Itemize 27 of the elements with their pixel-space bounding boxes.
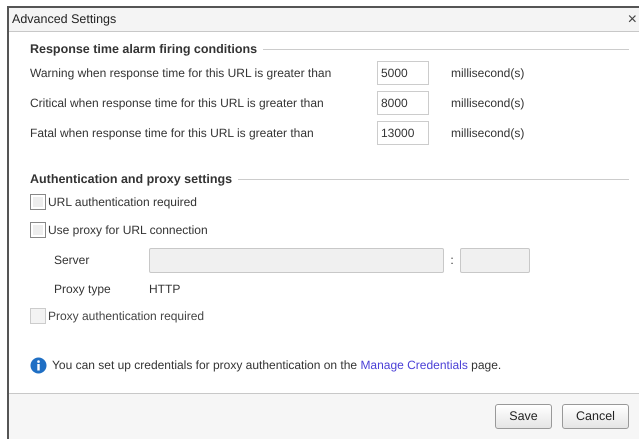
separator-label: : — [449, 252, 455, 269]
number-input[interactable]: 5000 — [377, 61, 429, 85]
number-input[interactable]: 8000 — [377, 91, 429, 115]
unit-label: millisecond(s) — [451, 65, 524, 82]
info-text: You can set up credentials for proxy authentication on the Manage Credentials page. — [52, 357, 502, 374]
checkbox-label: URL authentication required — [48, 194, 197, 211]
checkbox[interactable] — [30, 222, 46, 238]
field-label: Critical when response time for this URL is greater than — [30, 95, 325, 112]
manage-credentials-link[interactable]: Manage Credentials — [360, 358, 468, 372]
field-label: Fatal when response time for this URL is greater than — [30, 125, 315, 142]
checkbox-label: Proxy authentication required — [48, 308, 204, 325]
field-label: Warning when response time for this URL is greater than — [30, 65, 332, 82]
info-icon — [30, 356, 47, 374]
window-title: Advanced Settings — [12, 11, 116, 28]
proxy-type-value: HTTP — [149, 281, 180, 298]
field-label: Server — [54, 252, 90, 269]
save-button[interactable]: Save — [495, 404, 552, 429]
section-heading: Response time alarm firing conditions — [30, 40, 258, 58]
checkbox-label: Use proxy for URL connection — [48, 222, 208, 239]
unit-label: millisecond(s) — [451, 125, 524, 142]
checkbox[interactable] — [30, 194, 46, 210]
number-input[interactable]: 13000 — [377, 121, 429, 145]
unit-label: millisecond(s) — [451, 95, 524, 112]
field-label: Proxy type — [54, 281, 112, 298]
cancel-button[interactable]: Cancel — [562, 404, 629, 429]
section-heading: Authentication and proxy settings — [30, 170, 232, 188]
close-button[interactable]: × — [628, 12, 639, 28]
